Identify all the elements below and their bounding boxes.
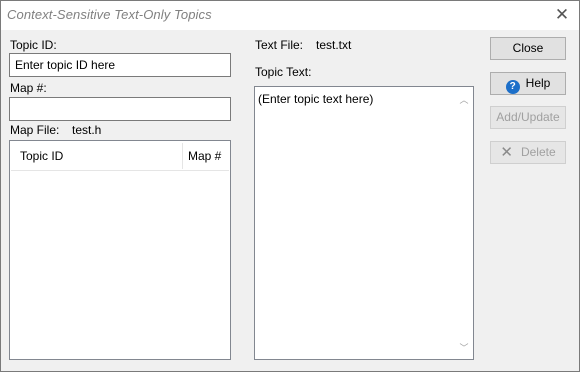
topic-text-value: (Enter topic text here) bbox=[258, 92, 374, 106]
close-icon[interactable]: ✕ bbox=[551, 6, 573, 24]
window-title: Context-Sensitive Text-Only Topics bbox=[7, 7, 212, 22]
delete-button-label: Delete bbox=[520, 145, 556, 159]
topic-text-label: Topic Text: bbox=[255, 65, 312, 79]
delete-button[interactable]: ✕ Delete bbox=[490, 141, 566, 164]
map-file-label: Map File: bbox=[10, 123, 60, 137]
help-icon: ? bbox=[505, 80, 520, 94]
topic-id-input[interactable]: Enter topic ID here bbox=[9, 53, 231, 77]
text-file-label: Text File: bbox=[255, 38, 304, 52]
topic-text-area[interactable]: (Enter topic text here) ︿ ﹀ bbox=[254, 86, 474, 360]
map-number-label: Map #: bbox=[10, 81, 47, 95]
close-button-label: Close bbox=[512, 41, 544, 55]
map-file-value: test.h bbox=[72, 123, 102, 137]
topic-id-label: Topic ID: bbox=[10, 38, 57, 52]
add-update-button[interactable]: Add/Update bbox=[490, 106, 566, 129]
help-button-label: Help bbox=[525, 76, 551, 90]
help-button[interactable]: ? Help bbox=[490, 72, 566, 95]
scroll-up-arrow-icon[interactable]: ︿ bbox=[459, 95, 469, 105]
text-file-value: test.txt bbox=[316, 38, 352, 52]
delete-x-icon: ✕ bbox=[500, 144, 513, 161]
add-update-button-label: Add/Update bbox=[496, 110, 560, 124]
topic-list-header: Topic ID Map # bbox=[11, 142, 229, 171]
close-button[interactable]: Close bbox=[490, 37, 566, 60]
topic-list[interactable]: Topic ID Map # bbox=[9, 140, 231, 360]
column-divider[interactable] bbox=[182, 143, 183, 169]
map-number-input[interactable] bbox=[9, 97, 231, 121]
title-bar: Context-Sensitive Text-Only Topics ✕ bbox=[1, 1, 579, 30]
column-header-map-number[interactable]: Map # bbox=[188, 149, 221, 163]
scroll-down-arrow-icon[interactable]: ﹀ bbox=[459, 343, 469, 353]
column-header-topic-id[interactable]: Topic ID bbox=[20, 149, 63, 163]
context-sensitive-topics-dialog: Context-Sensitive Text-Only Topics ✕ Top… bbox=[0, 0, 580, 372]
